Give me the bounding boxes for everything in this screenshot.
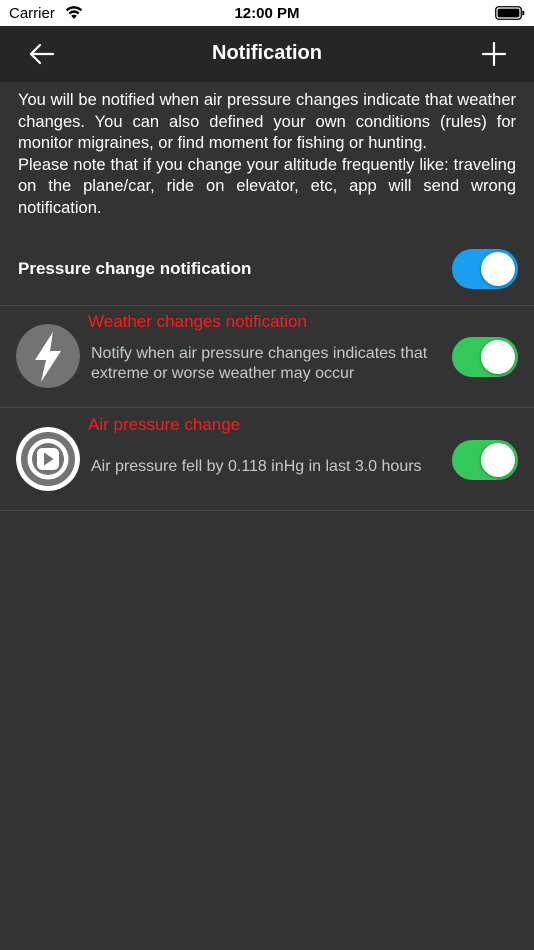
divider xyxy=(0,407,534,408)
toggle-knob xyxy=(481,252,515,286)
item-title: Air pressure change xyxy=(88,415,241,434)
status-bar: Carrier 12:00 PM xyxy=(0,0,534,26)
toggle-knob xyxy=(481,443,515,477)
intro-text: You will be notified when air pressure c… xyxy=(18,90,516,219)
divider xyxy=(0,510,534,511)
toggle-knob xyxy=(481,340,515,374)
battery-icon xyxy=(495,6,525,20)
item-description: Notify when air pressure changes indicat… xyxy=(91,345,428,382)
pressure-change-toggle[interactable] xyxy=(452,249,518,289)
page-title: Notification xyxy=(212,42,322,64)
weather-changes-toggle[interactable] xyxy=(452,337,518,377)
lightning-icon xyxy=(16,324,80,388)
pressure-change-label: Pressure change notification xyxy=(18,259,252,278)
plus-icon[interactable] xyxy=(480,40,508,68)
divider xyxy=(0,305,534,306)
gauge-icon xyxy=(16,427,80,491)
clock-label: 12:00 PM xyxy=(234,5,300,22)
item-title: Weather changes notification xyxy=(88,312,307,331)
intro-paragraph: You will be notified when air pressure c… xyxy=(18,91,516,152)
navigation-bar: Notification xyxy=(0,26,534,82)
item-description: Air pressure fell by 0.118 inHg in last … xyxy=(91,458,422,475)
intro-paragraph: Please note that if you change your alti… xyxy=(18,155,516,217)
air-pressure-change-toggle[interactable] xyxy=(452,440,518,480)
